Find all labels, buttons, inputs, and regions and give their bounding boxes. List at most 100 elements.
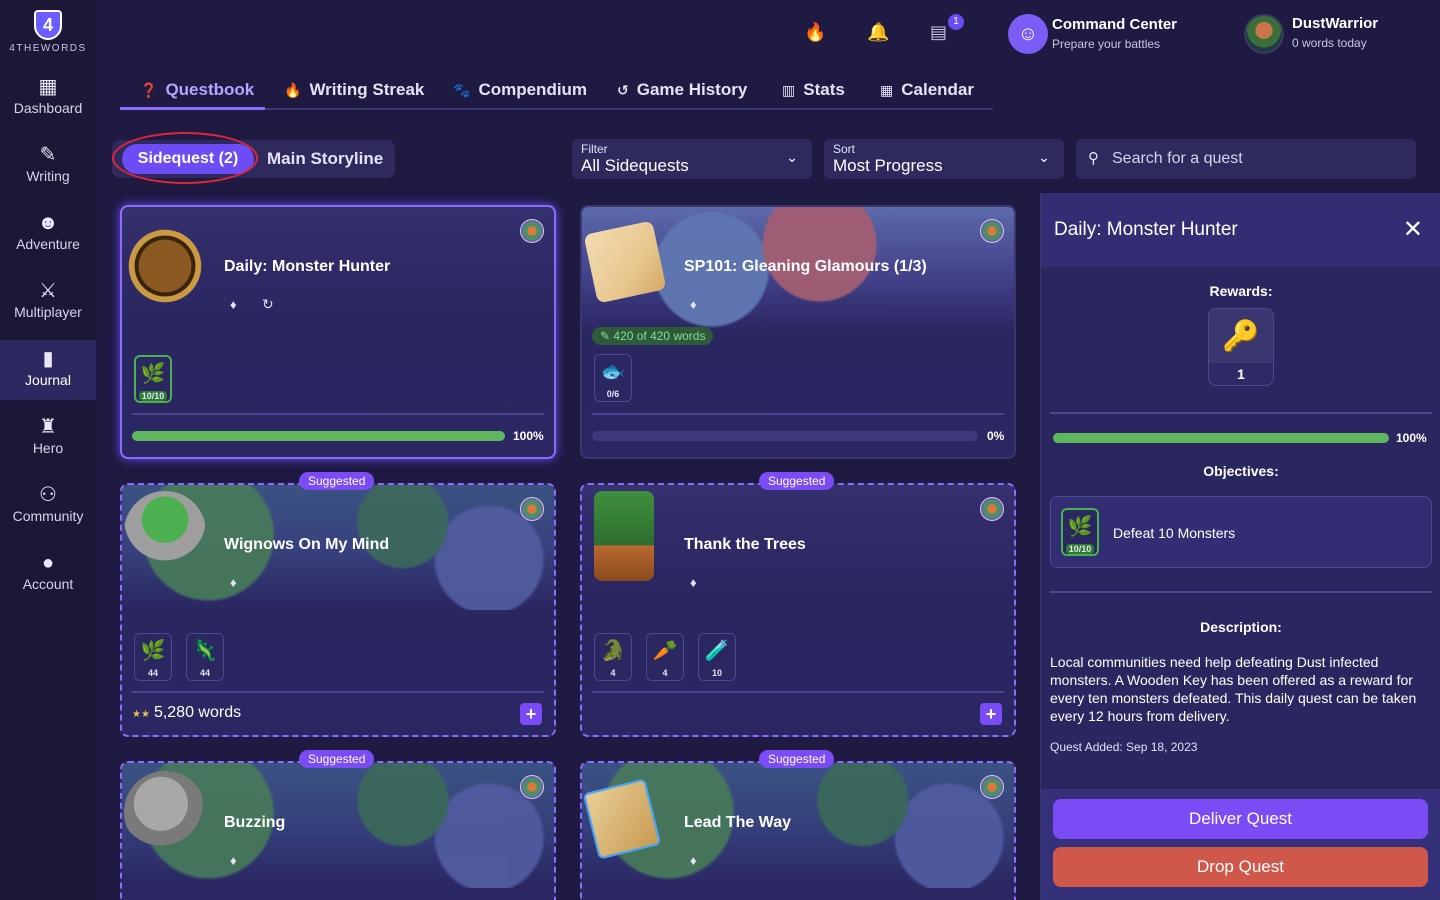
quest-added-date: Quest Added: Sep 18, 2023 xyxy=(1050,740,1198,754)
monster-icon: 🥕 xyxy=(652,640,678,662)
quest-card-thank-the-trees[interactable]: Thank the Trees ♦ 🐊 4 🥕 4 🧪 10 + xyxy=(580,483,1016,737)
close-icon[interactable]: ✕ xyxy=(1403,215,1423,244)
progress-percent: 100% xyxy=(1396,431,1427,445)
word-reward: ★★ 5,280 words xyxy=(132,704,241,722)
tab-game-history[interactable]: ↺ Game History xyxy=(617,80,747,100)
tile-count: 10/10 xyxy=(1066,544,1094,554)
region-icon xyxy=(520,775,544,799)
sidebar-item-label: Journal xyxy=(25,372,71,388)
monster-icon: 🐊 xyxy=(600,640,626,662)
main-storyline-toggle[interactable]: Main Storyline xyxy=(267,140,383,178)
tab-writing-streak[interactable]: 🔥 Writing Streak xyxy=(284,80,424,100)
pill-text: 420 of 420 words xyxy=(613,329,706,343)
sidebar-item-dashboard[interactable]: ▦ Dashboard xyxy=(0,74,96,134)
user-words-today: 0 words today xyxy=(1292,36,1367,50)
reward-count: 1 xyxy=(1209,363,1273,385)
sidebar-item-community[interactable]: ⚇ Community xyxy=(0,482,96,542)
quest-description: Local communities need help defeating Du… xyxy=(1050,654,1417,724)
add-quest-button[interactable]: + xyxy=(520,703,542,725)
quest-type-toggle: Sidequest (2) Main Storyline xyxy=(112,132,395,184)
wignow-art xyxy=(124,491,206,573)
sidebar-item-journal[interactable]: ▮ Journal xyxy=(0,340,96,400)
diamond-icon: ♦ xyxy=(690,297,697,312)
command-center-subtitle: Prepare your battles xyxy=(1052,37,1161,51)
objective-item: 🌿 10/10 Defeat 10 Monsters xyxy=(1050,496,1432,568)
notification-badge: 1 xyxy=(948,14,964,30)
progress-percent: 0% xyxy=(987,429,1005,443)
monster-tile: 🧪 10 xyxy=(698,633,736,681)
sidebar-item-account[interactable]: ● Account xyxy=(0,550,96,610)
quest-title: SP101: Gleaning Glamours (1/3) xyxy=(684,258,927,275)
sidebar-item-multiplayer[interactable]: ⚔ Multiplayer xyxy=(0,278,96,338)
quest-title: Wignows On My Mind xyxy=(224,536,390,553)
repeat-icon: ↻ xyxy=(262,296,274,312)
diamond-icon: ♦ xyxy=(690,575,697,590)
flame-icon: 🔥 xyxy=(284,82,302,98)
question-icon: ❓ xyxy=(140,82,158,98)
diamond-icon: ♦ xyxy=(690,853,697,868)
sort-dropdown[interactable]: Sort Most Progress ⌄ xyxy=(824,139,1064,179)
monster-tile: 🌿 10/10 xyxy=(134,355,172,403)
quest-card-buzzing[interactable]: Buzzing ♦ xyxy=(120,761,556,900)
checklist-icon[interactable]: ▤ xyxy=(930,22,947,43)
active-tab-indicator xyxy=(120,107,265,110)
sort-value: Most Progress xyxy=(833,156,943,175)
reward-item[interactable]: 🔑 1 xyxy=(1208,308,1274,386)
drop-quest-button[interactable]: Drop Quest xyxy=(1053,847,1428,887)
quest-card-daily-monster-hunter[interactable]: Daily: Monster Hunter ♦ ↻ 🌿 10/10 100% xyxy=(120,205,556,459)
sidebar-item-adventure[interactable]: ☻ Adventure xyxy=(0,210,96,270)
multiplayer-icon: ⚔ xyxy=(39,280,57,302)
filter-value: All Sidequests xyxy=(581,156,689,175)
progress-fill xyxy=(132,431,505,441)
tab-label: Calendar xyxy=(901,80,974,99)
quest-card-wignows[interactable]: Wignows On My Mind ♦ 🌿 44 🦎 44 ★★ 5,280 w… xyxy=(120,483,556,737)
region-icon xyxy=(980,219,1004,243)
filter-dropdown[interactable]: Filter All Sidequests ⌄ xyxy=(572,139,812,179)
search-input[interactable] xyxy=(1112,145,1402,173)
tab-label: Writing Streak xyxy=(309,80,425,99)
command-center-title[interactable]: Command Center xyxy=(1052,16,1177,33)
word-progress-pill: ✎ 420 of 420 words xyxy=(592,327,714,345)
tab-calendar[interactable]: ▦ Calendar xyxy=(880,80,974,100)
command-center-icon[interactable]: ☺ xyxy=(1008,14,1048,54)
region-icon xyxy=(520,497,544,521)
user-name[interactable]: DustWarrior xyxy=(1292,15,1378,32)
tile-count: 4 xyxy=(610,668,616,678)
suggested-badge: Suggested xyxy=(759,472,835,490)
bell-icon[interactable]: 🔔 xyxy=(867,22,889,43)
sidebar-item-label: Multiplayer xyxy=(14,304,82,320)
rewards-label: Rewards: xyxy=(1209,283,1273,299)
tab-stats[interactable]: ▥ Stats xyxy=(782,80,845,100)
highlight-ring xyxy=(112,132,258,184)
diamond-icon: ♦ xyxy=(230,297,237,312)
app-logo[interactable]: 4 4THEWORDS xyxy=(0,10,96,54)
quest-card-sp101[interactable]: SP101: Gleaning Glamours (1/3) ♦ ✎ 420 o… xyxy=(580,205,1016,459)
sidebar-item-writing[interactable]: ✎ Writing xyxy=(0,142,96,202)
flame-icon[interactable]: 🔥 xyxy=(804,22,826,43)
history-icon: ↺ xyxy=(617,82,629,98)
plant-art xyxy=(594,491,654,581)
add-quest-button[interactable]: + xyxy=(980,703,1002,725)
tile-count: 0/6 xyxy=(606,389,620,399)
progress-percent: 100% xyxy=(513,429,544,443)
quest-card-lead-the-way[interactable]: Lead The Way ♦ xyxy=(580,761,1016,900)
tile-count: 10/10 xyxy=(139,391,167,401)
adventure-icon: ☻ xyxy=(37,212,59,234)
tab-questbook[interactable]: ❓ Questbook xyxy=(140,80,254,100)
pencil-icon: ✎ xyxy=(600,329,614,343)
sidebar-item-hero[interactable]: ♜ Hero xyxy=(0,414,96,474)
scroll-art xyxy=(583,220,667,304)
region-icon xyxy=(980,775,1004,799)
region-icon xyxy=(980,497,1004,521)
dashboard-icon: ▦ xyxy=(38,76,58,98)
avatar[interactable] xyxy=(1244,14,1284,54)
search-icon: ⚲ xyxy=(1088,150,1099,167)
objective-text: Defeat 10 Monsters xyxy=(1113,525,1236,541)
deliver-quest-button[interactable]: Deliver Quest xyxy=(1053,799,1428,839)
monster-tile: 🥕 4 xyxy=(646,633,684,681)
quest-title: Daily: Monster Hunter xyxy=(224,258,391,275)
tile-count: 44 xyxy=(147,668,158,678)
sidebar: 4 4THEWORDS ▦ Dashboard ✎ Writing ☻ Adve… xyxy=(0,0,96,900)
calendar-icon: ▦ xyxy=(880,82,894,98)
tab-compendium[interactable]: 🐾 Compendium xyxy=(453,80,587,100)
